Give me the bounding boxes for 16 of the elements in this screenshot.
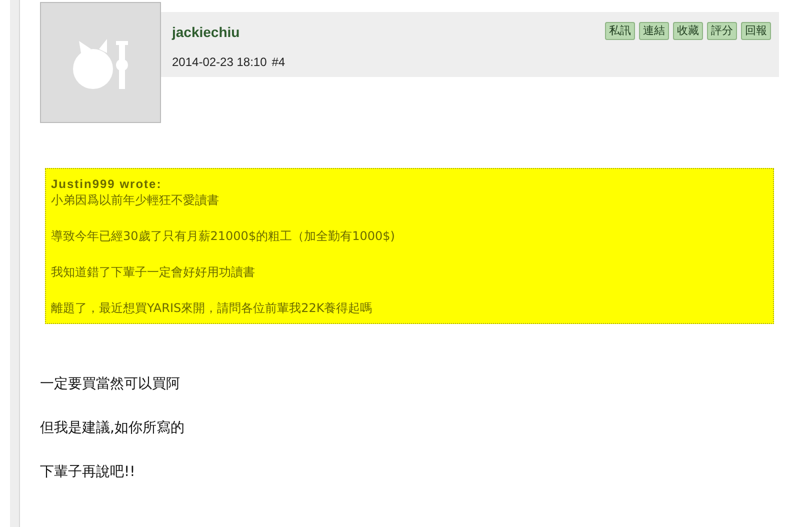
- author-name[interactable]: jackiechiu: [172, 22, 286, 43]
- post-paragraph: 下輩子再說吧!!: [40, 463, 136, 482]
- action-button[interactable]: 私訊: [605, 22, 635, 40]
- quote-paragraph: 小弟因爲以前年少輕狂不愛讀書: [51, 192, 220, 209]
- action-button[interactable]: 連結: [639, 22, 669, 40]
- quote-attribution: Justin999 wrote:: [51, 177, 163, 191]
- action-button[interactable]: 評分: [707, 22, 737, 40]
- post-timestamp: 2014-02-23 18:10: [172, 54, 267, 71]
- post-number[interactable]: #4: [272, 53, 286, 71]
- action-button[interactable]: 回報: [741, 22, 771, 40]
- quote-paragraph: 導致今年已經30歲了只有月薪21000$的粗工（加全勤有1000$): [51, 228, 396, 245]
- quote-paragraph: 我知道錯了下輩子一定會好好用功讀書: [51, 264, 256, 281]
- quote-paragraph: 離題了，最近想買YARIS來開，請問各位前輩我22K養得起嗎: [51, 300, 374, 317]
- post-paragraph: 一定要買當然可以買阿: [40, 375, 181, 394]
- post-paragraph: 但我是建議,如你所寫的: [40, 419, 186, 438]
- action-button[interactable]: 收藏: [673, 22, 703, 40]
